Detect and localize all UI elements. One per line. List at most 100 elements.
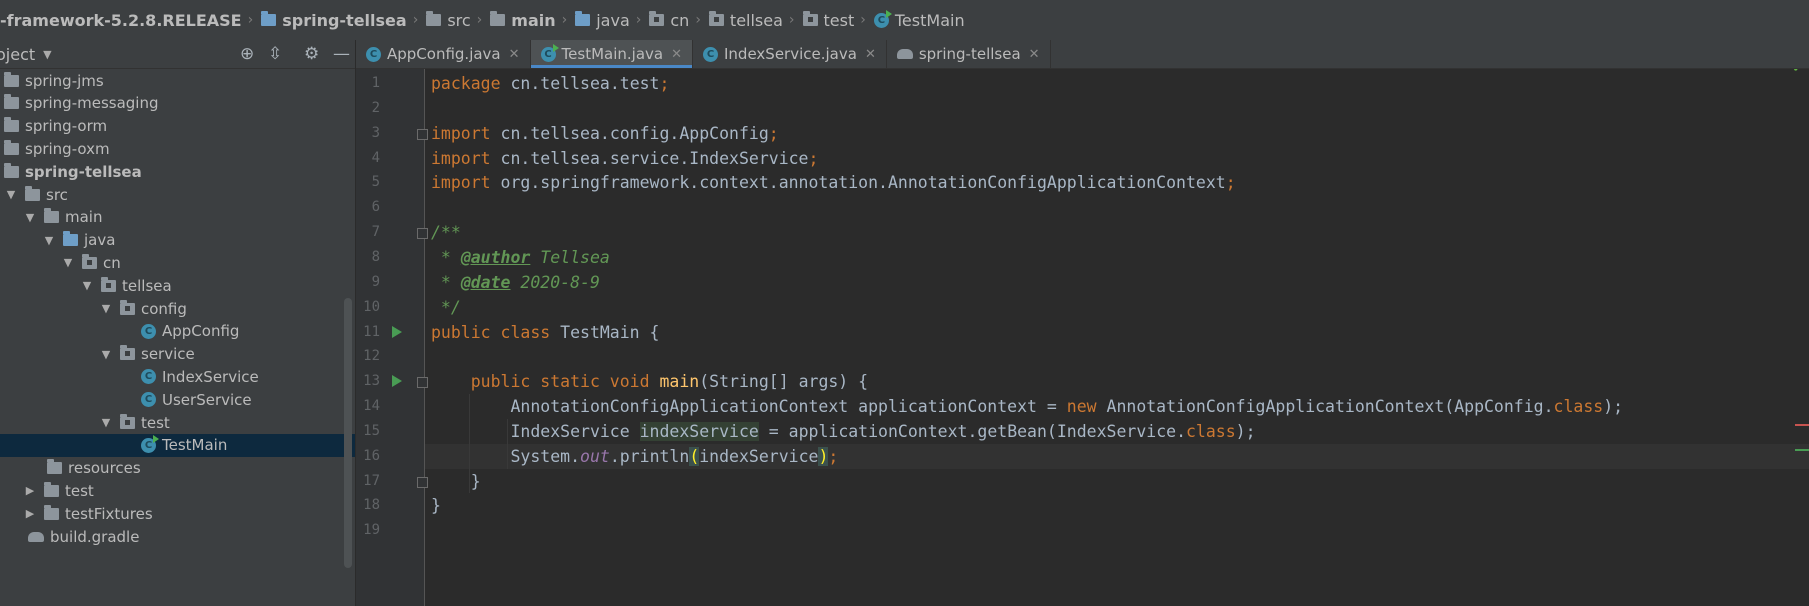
chevron-right-icon: ›	[247, 12, 254, 28]
breadcrumb-item[interactable]: src	[426, 11, 471, 30]
code-token: }	[431, 496, 441, 516]
gear-icon[interactable]: ⚙	[304, 44, 319, 64]
line-number: 18	[363, 497, 380, 514]
tree-item[interactable]: ▼ java	[0, 229, 355, 252]
tab-testmain-java[interactable]: C TestMain.java ✕	[530, 40, 693, 68]
breadcrumb-label: cn	[670, 10, 690, 30]
expand-arrow-icon[interactable]: ▼	[100, 302, 112, 315]
error-stripe-marker[interactable]	[1795, 424, 1809, 426]
editor-tabs: C AppConfig.java ✕ C TestMain.java ✕ C IndexSer…	[356, 40, 1809, 69]
hide-icon[interactable]: —	[333, 44, 350, 64]
collapse-arrow-icon[interactable]: ▶	[24, 507, 36, 520]
expand-arrow-icon[interactable]: ▼	[43, 234, 55, 247]
code-token: org.springframework.context.annotation.A…	[500, 173, 1226, 193]
breadcrumb-item[interactable]: java	[575, 11, 630, 30]
class-run-icon: C	[141, 434, 159, 453]
line-number: 14	[363, 398, 380, 415]
code-token: 2020-8-9	[510, 272, 600, 292]
class-icon: C	[141, 369, 156, 385]
inspection-ok-icon[interactable]: ✔	[1792, 69, 1805, 76]
tree-item[interactable]: build.gradle	[0, 525, 355, 548]
tree-item-label: UserService	[162, 390, 252, 409]
tab-indexservice-java[interactable]: C IndexService.java ✕	[693, 40, 887, 68]
tree-item[interactable]: ▼ service	[0, 343, 355, 366]
fold-icon[interactable]	[417, 128, 428, 140]
line-number: 13	[363, 373, 380, 390]
line-number: 16	[363, 447, 380, 464]
locate-icon[interactable]: ⊕	[240, 44, 254, 64]
expand-arrow-icon[interactable]: ▼	[100, 348, 112, 361]
fold-icon[interactable]	[417, 377, 428, 389]
breadcrumb-item[interactable]: tellsea	[708, 11, 783, 30]
breadcrumb-item[interactable]: spring-tellsea	[261, 11, 407, 30]
run-icon[interactable]	[392, 375, 402, 388]
collapse-arrow-icon[interactable]: ▶	[24, 484, 36, 497]
expand-arrow-icon[interactable]: ▼	[81, 279, 93, 292]
tree-item[interactable]: C IndexService	[0, 365, 355, 388]
project-view-title[interactable]: oject	[0, 45, 35, 64]
breadcrumb-item[interactable]: -framework-5.2.8.RELEASE	[0, 11, 242, 30]
code-token: cn.tellsea.config.AppConfig	[500, 123, 769, 143]
tab-label: IndexService.java	[724, 45, 857, 63]
expand-arrow-icon[interactable]: ▼	[5, 188, 17, 201]
breadcrumb-item[interactable]: C TestMain	[873, 9, 965, 30]
run-icon[interactable]	[392, 325, 402, 338]
package-icon	[120, 413, 135, 429]
tree-item[interactable]: C UserService	[0, 388, 355, 411]
tree-item-label: spring-messaging	[25, 94, 159, 113]
tree-item-label: main	[65, 208, 103, 227]
project-scrollbar[interactable]	[344, 298, 352, 568]
tree-item[interactable]: spring-messaging	[0, 92, 355, 115]
chevron-down-icon[interactable]: ▼	[43, 48, 51, 61]
tree-item[interactable]: ▼ src	[0, 183, 355, 206]
breadcrumb-item[interactable]: cn	[649, 11, 689, 30]
code-editor[interactable]: 1 2 3 4 5 6 7 8 9 10 11 12 13 14 15 16 17 18 19 package cn…	[356, 69, 1809, 606]
chevron-right-icon: ›	[476, 12, 483, 28]
line-number: 2	[371, 99, 380, 116]
fold-icon[interactable]	[417, 476, 428, 488]
project-header: oject ▼ ⊕ ⇳ ⚙ —	[0, 40, 355, 69]
tree-item[interactable]: spring-tellsea	[0, 160, 355, 183]
breadcrumb-label: test	[823, 10, 855, 30]
folder-icon	[4, 117, 19, 133]
tree-item[interactable]: C TestMain	[0, 433, 355, 457]
code-line: }	[431, 493, 441, 518]
tree-item-label: testFixtures	[65, 504, 153, 523]
tree-item-label: config	[141, 299, 187, 318]
tree-item[interactable]: ▶ test	[0, 479, 355, 502]
code-token: AnnotationConfigApplicationContext appli…	[431, 397, 1067, 417]
tree-item[interactable]: spring-oxm	[0, 137, 355, 160]
close-icon[interactable]: ✕	[865, 47, 876, 62]
tree-item[interactable]: ▼ test	[0, 411, 355, 434]
code-line: public class TestMain {	[431, 320, 659, 345]
close-icon[interactable]: ✕	[1029, 47, 1040, 62]
tab-appconfig-java[interactable]: C AppConfig.java ✕	[356, 40, 531, 68]
expand-arrow-icon[interactable]: ▼	[100, 416, 112, 429]
tree-item-label: test	[65, 481, 94, 500]
tree-item[interactable]: spring-orm	[0, 115, 355, 138]
source-folder-icon	[63, 231, 78, 247]
close-icon[interactable]: ✕	[671, 47, 682, 62]
breadcrumb-item[interactable]: test	[802, 10, 855, 30]
close-icon[interactable]: ✕	[509, 47, 520, 62]
tree-item[interactable]: C AppConfig	[0, 320, 355, 343]
tree-item[interactable]: ▼ cn	[0, 251, 355, 274]
code-token: cn.tellsea.service.IndexService	[500, 148, 809, 168]
tree-item[interactable]: ▼ config	[0, 297, 355, 320]
code-line: * @date 2020-8-9	[431, 270, 600, 295]
tree-item[interactable]: spring-jms	[0, 69, 355, 92]
code-token: ;	[808, 148, 819, 168]
tree-item[interactable]: resources	[0, 457, 355, 480]
indent-guide	[507, 418, 508, 469]
tab-spring-tellsea[interactable]: spring-tellsea ✕	[887, 40, 1051, 68]
tree-item[interactable]: ▼ main	[0, 206, 355, 229]
tree-item[interactable]: ▼ tellsea	[0, 274, 355, 297]
expand-arrow-icon[interactable]: ▼	[62, 256, 74, 269]
chevron-right-icon: ›	[635, 12, 642, 28]
change-stripe-marker[interactable]	[1795, 449, 1809, 451]
collapse-all-icon[interactable]: ⇳	[268, 44, 282, 64]
tree-item[interactable]: ▶ testFixtures	[0, 502, 355, 525]
breadcrumb-item[interactable]: main	[490, 11, 556, 30]
fold-icon[interactable]	[417, 228, 428, 240]
expand-arrow-icon[interactable]: ▼	[24, 211, 36, 224]
